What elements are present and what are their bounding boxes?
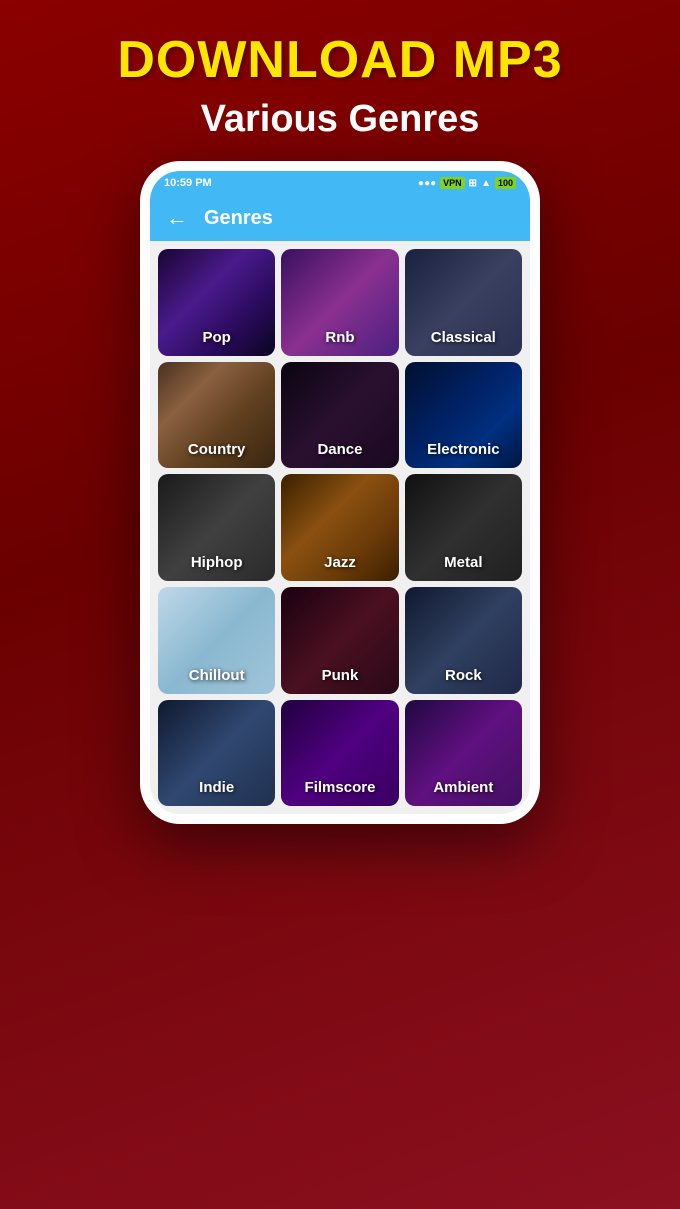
genres-grid: Pop Rnb Classical Country Dance Electronic Hip…	[150, 241, 530, 814]
genre-tile-metal[interactable]: Metal	[405, 474, 522, 581]
genre-tile-ambient[interactable]: Ambient	[405, 700, 522, 807]
signal-dots: ●●●	[418, 178, 436, 189]
genre-tile-dance[interactable]: Dance	[281, 362, 398, 469]
back-button[interactable]: ←	[166, 205, 188, 231]
app-toolbar: ← Genres	[150, 195, 530, 241]
genre-tile-rock[interactable]: Rock	[405, 587, 522, 694]
genre-label-chillout: Chillout	[158, 667, 275, 684]
genre-tile-electronic[interactable]: Electronic	[405, 362, 522, 469]
genre-tile-indie[interactable]: Indie	[158, 700, 275, 807]
genre-tile-punk[interactable]: Punk	[281, 587, 398, 694]
genre-tile-classical[interactable]: Classical	[405, 249, 522, 356]
genre-label-metal: Metal	[405, 554, 522, 571]
genre-tile-country[interactable]: Country	[158, 362, 275, 469]
vpn-badge: VPN	[440, 177, 465, 189]
genre-label-punk: Punk	[281, 667, 398, 684]
genre-label-indie: Indie	[158, 779, 275, 796]
genre-label-hiphop: Hiphop	[158, 554, 275, 571]
genre-tile-pop[interactable]: Pop	[158, 249, 275, 356]
genre-label-jazz: Jazz	[281, 554, 398, 571]
genre-label-classical: Classical	[405, 329, 522, 346]
genre-label-rock: Rock	[405, 667, 522, 684]
phone-screen: 10:59 PM ●●● VPN ⊞ ▲ 100 ← Genres Pop Rnb…	[150, 171, 530, 814]
genre-label-pop: Pop	[158, 329, 275, 346]
genre-label-rnb: Rnb	[281, 329, 398, 346]
genre-label-ambient: Ambient	[405, 779, 522, 796]
battery-level: 100	[495, 177, 516, 189]
genre-label-dance: Dance	[281, 441, 398, 458]
genre-tile-jazz[interactable]: Jazz	[281, 474, 398, 581]
hero-title: DOWNLOAD MP3	[117, 30, 562, 90]
signal-icon: ▲	[481, 178, 491, 189]
status-bar: 10:59 PM ●●● VPN ⊞ ▲ 100	[150, 171, 530, 195]
genre-label-country: Country	[158, 441, 275, 458]
genre-tile-rnb[interactable]: Rnb	[281, 249, 398, 356]
status-icons: ●●● VPN ⊞ ▲ 100	[418, 177, 516, 189]
wifi-icon: ⊞	[469, 178, 477, 189]
genre-tile-chillout[interactable]: Chillout	[158, 587, 275, 694]
genre-tile-hiphop[interactable]: Hiphop	[158, 474, 275, 581]
genre-label-filmscore: Filmscore	[281, 779, 398, 796]
hero-subtitle: Various Genres	[201, 98, 480, 141]
genre-tile-filmscore[interactable]: Filmscore	[281, 700, 398, 807]
toolbar-title: Genres	[204, 207, 273, 230]
phone-mockup: 10:59 PM ●●● VPN ⊞ ▲ 100 ← Genres Pop Rnb…	[140, 161, 540, 824]
genre-label-electronic: Electronic	[405, 441, 522, 458]
status-time: 10:59 PM	[164, 177, 212, 189]
